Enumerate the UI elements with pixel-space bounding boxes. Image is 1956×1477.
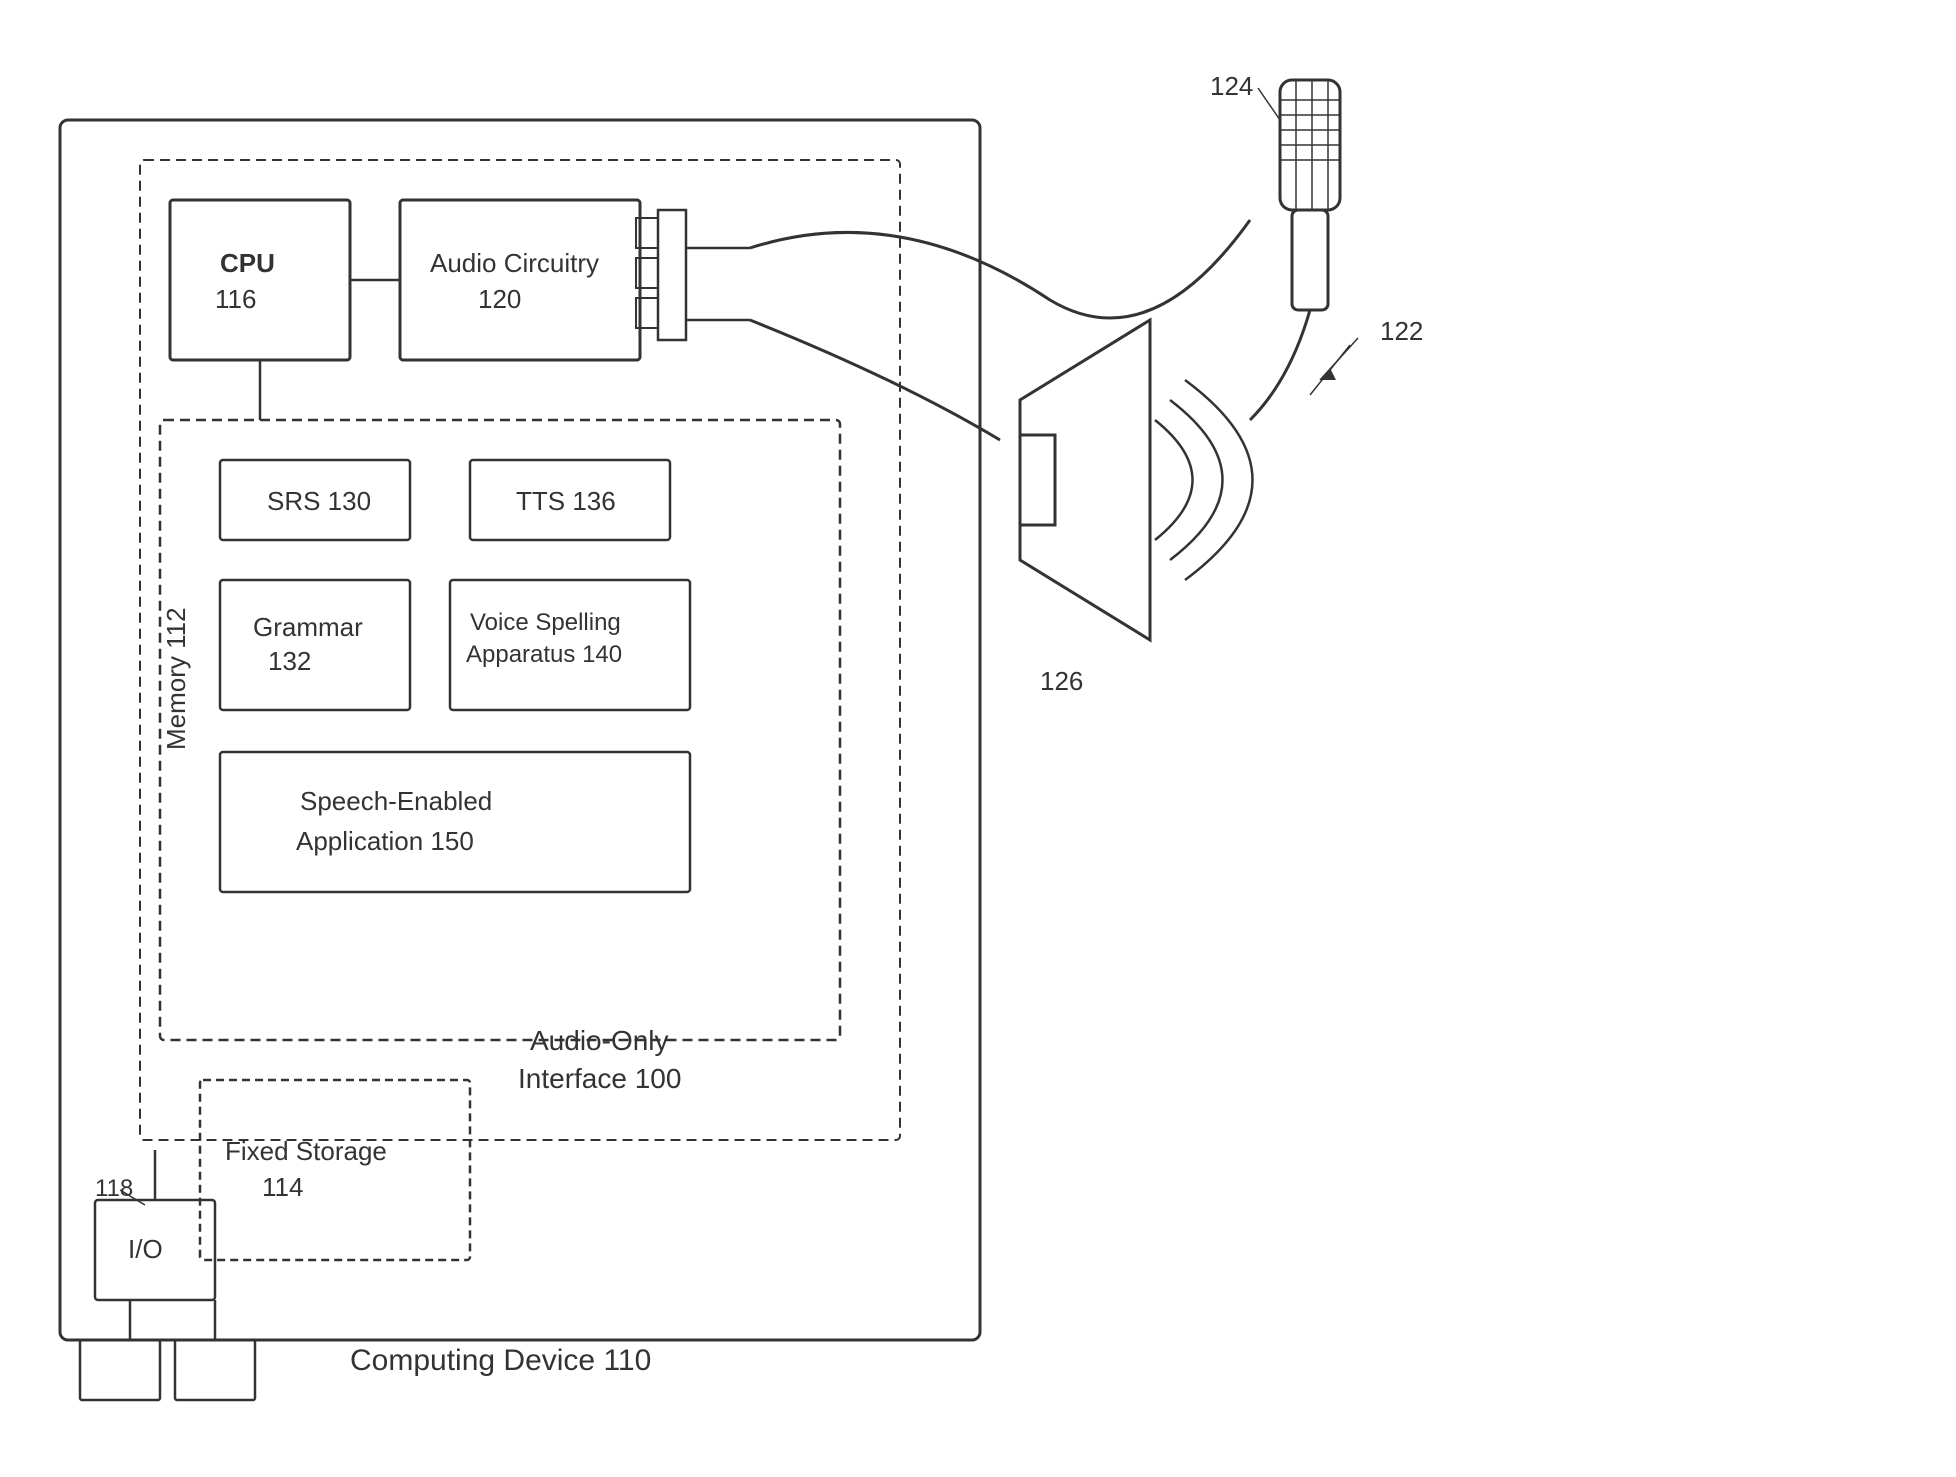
grammar-label: Grammar [253, 612, 363, 642]
fixed-storage-label-2: 114 [262, 1172, 303, 1202]
sound-label: 122 [1380, 316, 1423, 346]
grammar-number: 132 [268, 646, 311, 676]
io-number: 118 [95, 1175, 133, 1202]
audio-circuitry-label: Audio Circuitry [430, 248, 599, 278]
computing-device-label: Computing Device 110 [350, 1344, 651, 1377]
voice-spelling-label-1: Voice Spelling [470, 609, 621, 636]
diagram-container: CPU 116 Audio Circuitry 120 Memory 112 S… [0, 0, 1956, 1472]
speech-enabled-label-2: Application 150 [296, 826, 474, 856]
cpu-label: CPU [220, 248, 275, 278]
tts-label: TTS 136 [516, 486, 616, 516]
speech-enabled-label-1: Speech-Enabled [300, 786, 492, 816]
memory-label: Memory 112 [161, 607, 191, 750]
speaker-label: 126 [1040, 666, 1083, 696]
audio-circuitry-number: 120 [478, 284, 521, 314]
voice-spelling-label-2: Apparatus 140 [466, 641, 622, 668]
audio-only-label-2: Interface 100 [518, 1063, 681, 1094]
fixed-storage-label-1: Fixed Storage [225, 1136, 387, 1166]
audio-only-label-1: Audio-Only [530, 1025, 669, 1056]
microphone-label: 124 [1210, 71, 1253, 101]
io-label: I/O [128, 1234, 163, 1264]
srs-label: SRS 130 [267, 486, 371, 516]
cpu-number: 116 [215, 284, 256, 314]
